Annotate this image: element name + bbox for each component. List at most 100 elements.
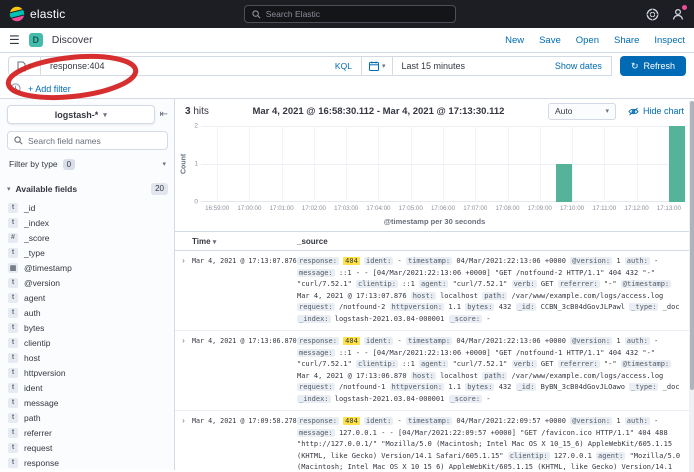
y-tick-label: 1 bbox=[194, 161, 198, 168]
field-item-path[interactable]: tpath bbox=[7, 410, 168, 425]
source-value: 04/Mar/2021:22:09:57 +0000 bbox=[456, 417, 566, 425]
source-value: - bbox=[398, 337, 402, 345]
string-field-icon: t bbox=[8, 398, 18, 408]
documents-table: Time ▾ _source ›Mar 4, 2021 @ 17:13:07.8… bbox=[175, 231, 694, 470]
expand-caret-icon[interactable]: › bbox=[175, 336, 192, 346]
chevron-down-icon: ▾ bbox=[103, 111, 107, 119]
field-item-agent[interactable]: tagent bbox=[7, 290, 168, 305]
x-tick-label: 17:09:00 bbox=[528, 205, 552, 212]
v-gridline bbox=[314, 126, 315, 202]
time-column-header[interactable]: Time ▾ bbox=[192, 237, 297, 246]
index-pattern-select[interactable]: logstash-* ▾ bbox=[7, 105, 155, 124]
chevron-down-icon: ▾ bbox=[7, 185, 11, 193]
source-value: - bbox=[486, 395, 490, 403]
histogram-bar[interactable] bbox=[669, 126, 685, 202]
string-field-icon: t bbox=[8, 308, 18, 318]
filter-by-type[interactable]: Filter by type 0 ▾ bbox=[7, 155, 168, 173]
nav-action-new[interactable]: New bbox=[505, 35, 524, 46]
field-label: clientip bbox=[24, 338, 50, 348]
global-search-input[interactable]: Search Elastic bbox=[244, 5, 456, 23]
clock-icon[interactable] bbox=[10, 83, 21, 94]
y-tick-label: 0 bbox=[194, 199, 198, 206]
field-item-_id[interactable]: t_id bbox=[7, 200, 168, 215]
date-quick-select-button[interactable]: ▾ bbox=[362, 57, 394, 75]
histogram-chart[interactable]: Count 012 16:59:0017:00:0017:01:0017:02:… bbox=[179, 126, 685, 202]
query-input[interactable]: response:404 KQL bbox=[40, 56, 362, 76]
field-label: bytes bbox=[24, 323, 44, 333]
field-item-@version[interactable]: t@version bbox=[7, 275, 168, 290]
field-item-referrer[interactable]: treferrer bbox=[7, 425, 168, 440]
nav-action-inspect[interactable]: Inspect bbox=[654, 35, 685, 46]
field-item-_score[interactable]: #_score bbox=[7, 230, 168, 245]
field-item-request[interactable]: trequest bbox=[7, 440, 168, 455]
field-item-_index[interactable]: t_index bbox=[7, 215, 168, 230]
field-item-bytes[interactable]: tbytes bbox=[7, 320, 168, 335]
menu-icon[interactable]: ☰ bbox=[9, 34, 20, 46]
x-tick-label: 17:08:00 bbox=[495, 205, 519, 212]
y-axis-ticks: 012 bbox=[189, 126, 201, 202]
nav-action-share[interactable]: Share bbox=[614, 35, 639, 46]
string-field-icon: t bbox=[8, 338, 18, 348]
filter-bar: + Add filter bbox=[0, 79, 694, 99]
source-field-name: path: bbox=[482, 372, 507, 380]
source-value: /var/www/example.com/logs/access.log bbox=[512, 292, 664, 300]
page-scrollbar[interactable] bbox=[689, 101, 694, 472]
elastic-logo[interactable]: elastic bbox=[9, 6, 65, 22]
notification-dot bbox=[682, 5, 687, 10]
source-value: 1.1 bbox=[448, 303, 461, 311]
hide-chart-button[interactable]: Hide chart bbox=[628, 106, 684, 116]
source-field-name: path: bbox=[482, 292, 507, 300]
collapse-sidebar-icon[interactable]: ⇤ bbox=[160, 109, 168, 120]
field-item-@timestamp[interactable]: ▦@timestamp bbox=[7, 260, 168, 275]
source-value: "curl/7.52.1" bbox=[453, 360, 508, 368]
query-language-button[interactable]: KQL bbox=[327, 61, 352, 71]
source-value: - bbox=[398, 417, 402, 425]
field-search-input[interactable]: Search field names bbox=[7, 131, 168, 150]
available-fields-header[interactable]: ▾ Available fields 20 bbox=[7, 183, 168, 195]
source-value: GET bbox=[541, 280, 554, 288]
field-item-host[interactable]: thost bbox=[7, 350, 168, 365]
refresh-icon: ↻ bbox=[631, 61, 639, 72]
table-row: ›Mar 4, 2021 @ 17:13:06.870response: 404… bbox=[175, 331, 694, 411]
source-field-name: host: bbox=[411, 292, 436, 300]
field-label: host bbox=[24, 353, 40, 363]
source-value: "-" bbox=[604, 280, 617, 288]
time-range-value[interactable]: Last 15 minutes bbox=[393, 61, 554, 71]
interval-select[interactable]: Auto ▾ bbox=[548, 103, 616, 120]
filter-type-count-badge: 0 bbox=[63, 159, 75, 170]
page-title: Discover bbox=[52, 34, 93, 46]
x-axis-title: @timestamp per 30 seconds bbox=[175, 217, 694, 226]
source-value: Mar 4, 2021 @ 17:13:06.870 bbox=[297, 372, 407, 380]
nav-action-save[interactable]: Save bbox=[539, 35, 561, 46]
source-value: - bbox=[654, 337, 658, 345]
string-field-icon: t bbox=[8, 368, 18, 378]
field-item-clientip[interactable]: t clientip bbox=[7, 335, 168, 350]
saved-query-menu-button[interactable]: ▾ bbox=[8, 56, 40, 76]
field-item-response[interactable]: tresponse bbox=[7, 455, 168, 470]
logo-text: elastic bbox=[30, 7, 65, 21]
refresh-button[interactable]: ↻ Refresh bbox=[620, 56, 686, 76]
histogram-bar[interactable] bbox=[556, 164, 572, 202]
field-item-ident[interactable]: tident bbox=[7, 380, 168, 395]
field-item-auth[interactable]: tauth bbox=[7, 305, 168, 320]
field-label: ident bbox=[24, 383, 42, 393]
field-item-message[interactable]: tmessage bbox=[7, 395, 168, 410]
source-value: 432 bbox=[499, 303, 512, 311]
help-ring-icon[interactable] bbox=[646, 8, 659, 21]
x-tick-label: 17:00:00 bbox=[237, 205, 261, 212]
chevron-down-icon: ▾ bbox=[382, 62, 386, 70]
expand-caret-icon[interactable]: › bbox=[175, 256, 192, 266]
add-filter-button[interactable]: + Add filter bbox=[28, 84, 71, 94]
field-label: path bbox=[24, 413, 41, 423]
field-item-httpversion[interactable]: thttpversion bbox=[7, 365, 168, 380]
v-gridline bbox=[604, 126, 605, 202]
expand-caret-icon[interactable]: › bbox=[175, 416, 192, 426]
discover-app-badge[interactable]: D bbox=[29, 33, 43, 47]
highlighted-value: 404 bbox=[343, 417, 360, 425]
scrollbar-thumb[interactable] bbox=[690, 101, 694, 390]
show-dates-button[interactable]: Show dates bbox=[555, 61, 611, 71]
field-item-_type[interactable]: t_type bbox=[7, 245, 168, 260]
filter-by-type-label: Filter by type bbox=[9, 159, 58, 169]
nav-action-open[interactable]: Open bbox=[576, 35, 599, 46]
user-avatar[interactable] bbox=[671, 7, 685, 21]
